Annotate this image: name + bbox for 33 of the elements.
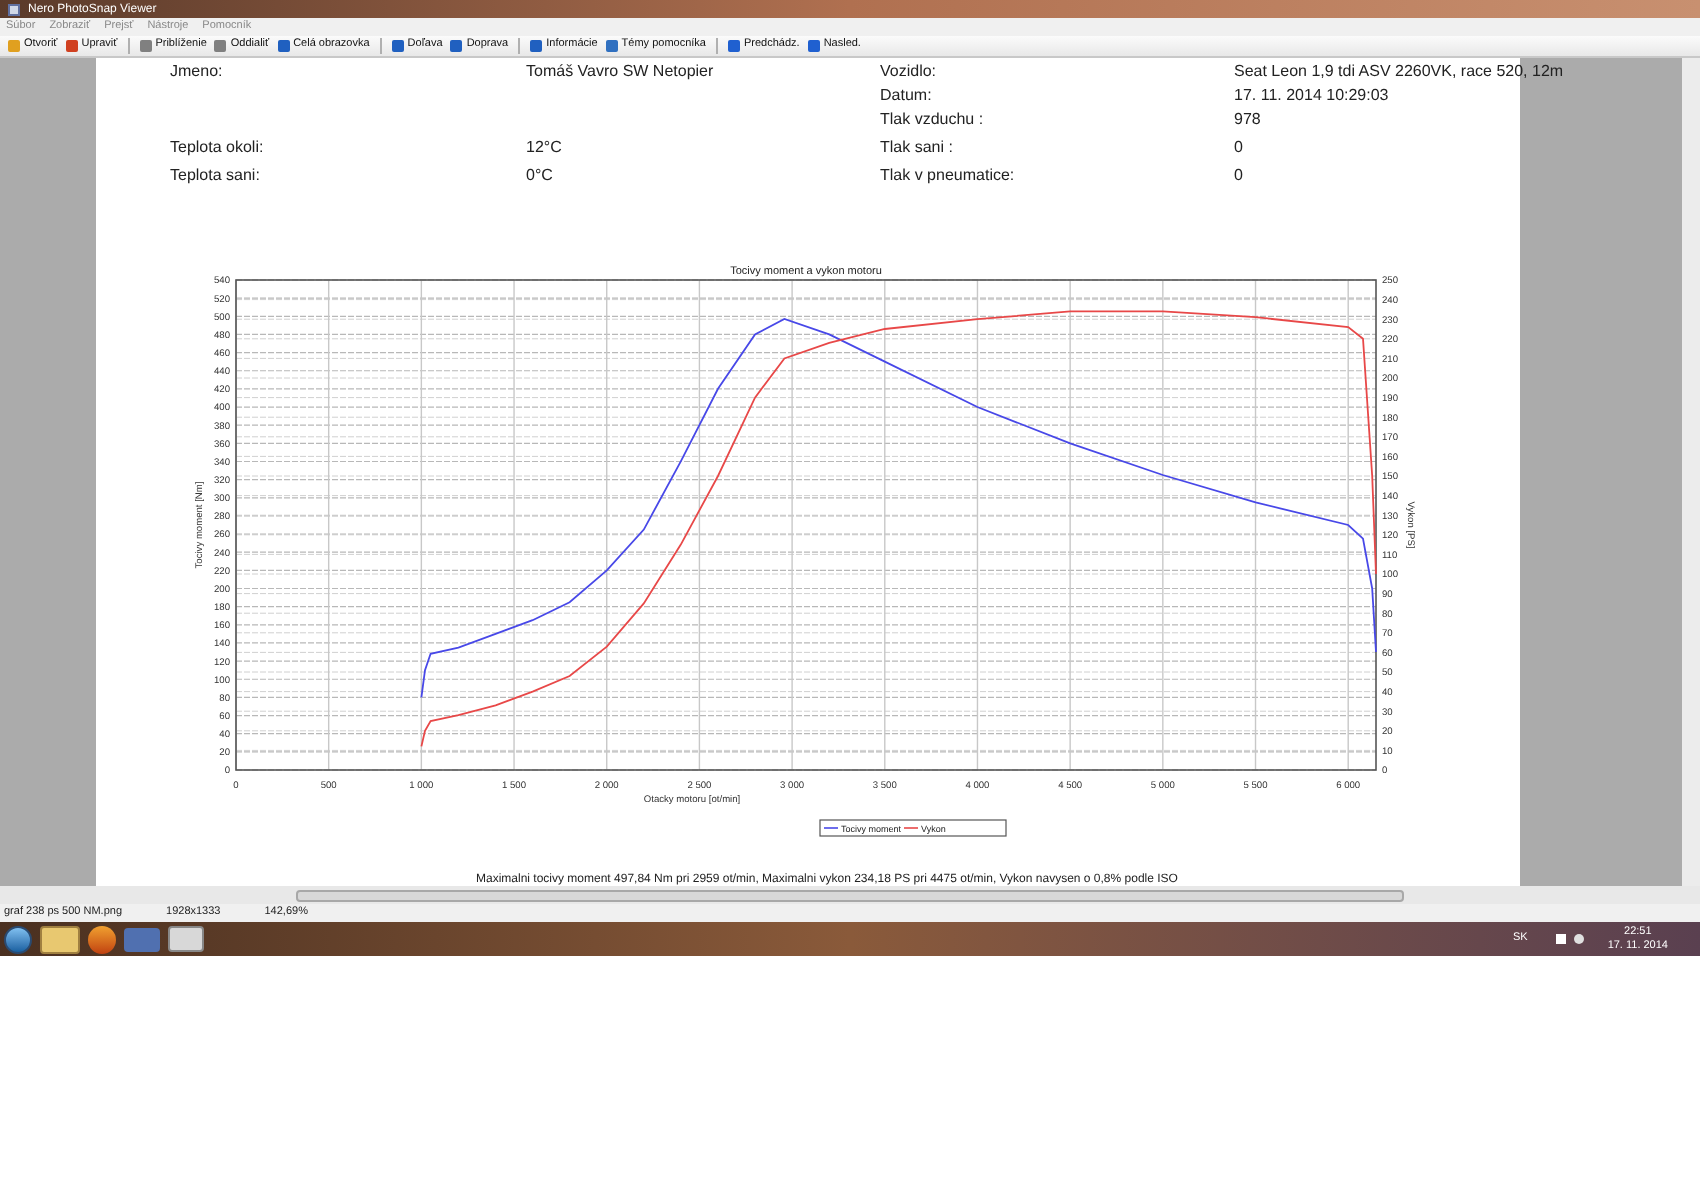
toolbar-icon (214, 40, 227, 52)
field-value: Seat Leon 1,9 tdi ASV 2260VK, race 520, 12m (1234, 60, 1564, 84)
vertical-scrollbar[interactable] (1682, 58, 1700, 886)
field-value: Tomáš Vavro SW Netopier (526, 60, 716, 84)
toolbar-icon (727, 40, 740, 52)
field-label: Tlak sani : (880, 136, 955, 160)
toolbar-icon (139, 40, 152, 52)
field-label: Jmeno: (170, 60, 225, 84)
field-label: Datum: (880, 84, 934, 108)
field-value: 0 (1234, 136, 1245, 160)
browser-icon[interactable] (88, 925, 116, 953)
toolbar-icon (530, 40, 543, 52)
field-label: Tlak vzduchu : (880, 108, 986, 132)
start-button[interactable] (4, 925, 32, 953)
toolbar-icon (605, 40, 618, 52)
toolbar-icon (65, 40, 78, 52)
horizontal-scrollbar[interactable] (0, 886, 1700, 904)
field-label: Teplota okoli: (170, 136, 266, 160)
field-value: 0 (1234, 164, 1245, 188)
field-label: Tlak v pneumatice: (880, 164, 1017, 188)
field-label: Vozidlo: (880, 60, 939, 84)
folder-icon[interactable] (40, 925, 80, 953)
scroll-thumb[interactable] (296, 889, 1404, 901)
toolbar-icon (8, 40, 20, 52)
toolbar-icon (807, 40, 820, 52)
field-value: 978 (1234, 108, 1263, 132)
field-value: 0°C (526, 164, 555, 188)
toolbar-icon (450, 40, 463, 52)
field-label: Teplota sani: (170, 164, 262, 188)
field-value: 12°C (526, 136, 564, 160)
field-value: 17. 11. 2014 10:29:03 (1234, 84, 1391, 108)
toolbar-icon (391, 40, 404, 52)
toolbar-icon (277, 40, 290, 52)
